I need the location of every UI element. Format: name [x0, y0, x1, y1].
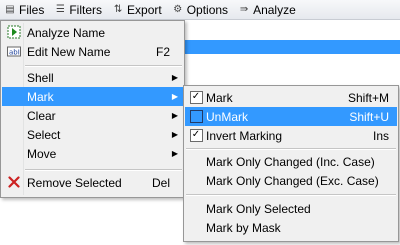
- menu-item-analyze-name[interactable]: Analyze Name: [2, 23, 183, 42]
- checkbox-unchecked-icon: [188, 108, 204, 124]
- submenu-item-mark-only-changed-inc[interactable]: Mark Only Changed (Inc. Case): [185, 152, 397, 171]
- checkbox-checked-icon: ✓: [188, 89, 204, 105]
- filters-label: Filters: [69, 2, 103, 17]
- export-icon: ⇅: [113, 4, 123, 15]
- options-icon: ⚙: [173, 4, 183, 15]
- submenu-item-mark-only-changed-exc[interactable]: Mark Only Changed (Exc. Case): [185, 171, 397, 190]
- export-menu-button[interactable]: ⇅ Export: [108, 1, 166, 18]
- menu-item-edit-new-name[interactable]: abI Edit New Name F2: [2, 42, 183, 61]
- submenu-item-mark-only-selected[interactable]: Mark Only Selected: [185, 199, 397, 218]
- edit-name-icon: abI: [6, 43, 22, 59]
- menu-separator: [25, 169, 182, 171]
- menu-item-label: Move: [27, 146, 57, 161]
- menu-item-label: Mark by Mask: [206, 220, 281, 235]
- filters-menu-button[interactable]: ☰ Filters: [50, 1, 106, 18]
- analyze-label: Analyze: [253, 2, 296, 17]
- submenu-item-mark-by-mask[interactable]: Mark by Mask: [185, 218, 397, 237]
- menu-separator: [186, 148, 396, 150]
- menu-item-move[interactable]: Move ▶: [2, 144, 183, 163]
- menu-item-label: Shell: [27, 70, 54, 85]
- menu-item-label: Mark: [206, 90, 233, 105]
- analyze-name-icon: [6, 24, 22, 40]
- submenu-item-mark[interactable]: ✓ Mark Shift+M: [185, 88, 397, 107]
- menu-item-label: Remove Selected: [27, 175, 122, 190]
- menu-item-label: Edit New Name: [27, 44, 111, 59]
- submenu-arrow-icon: ▶: [171, 149, 178, 158]
- menu-item-shell[interactable]: Shell ▶: [2, 68, 183, 87]
- menu-item-label: Mark Only Changed (Inc. Case): [206, 154, 375, 169]
- files-label: Files: [19, 2, 45, 17]
- submenu-item-invert-marking[interactable]: ✓ Invert Marking Ins: [185, 126, 397, 145]
- submenu-arrow-icon: ▶: [171, 92, 178, 101]
- toolbar: ▤ Files ☰ Filters ⇅ Export ⚙ Options ⇛ A…: [0, 0, 400, 20]
- menu-item-shortcut: Del: [151, 175, 170, 190]
- export-label: Export: [127, 2, 162, 17]
- menu-item-clear[interactable]: Clear ▶: [2, 106, 183, 125]
- menu-item-label: Mark Only Selected: [206, 201, 311, 216]
- menu-item-mark[interactable]: Mark ▶: [2, 87, 183, 106]
- files-icon: ▤: [5, 4, 15, 15]
- menu-item-label: Invert Marking: [206, 128, 283, 143]
- menu-item-shortcut: Ins: [372, 128, 389, 143]
- svg-text:abI: abI: [9, 49, 20, 57]
- options-label: Options: [186, 2, 229, 17]
- menu-separator: [25, 65, 182, 67]
- menu-item-shortcut: Shift+M: [347, 90, 389, 105]
- analyze-icon: ⇛: [239, 4, 249, 15]
- checkbox-checked-icon: ✓: [188, 127, 204, 143]
- menu-item-remove-selected[interactable]: Remove Selected Del: [2, 173, 183, 192]
- remove-icon: [6, 174, 22, 190]
- submenu-arrow-icon: ▶: [171, 111, 178, 120]
- menu-separator: [186, 194, 396, 196]
- menu-item-label: Select: [27, 127, 61, 142]
- menu-item-label: Mark: [27, 89, 54, 104]
- menu-item-label: Analyze Name: [27, 25, 106, 40]
- mark-submenu: ✓ Mark Shift+M UnMark Shift+U ✓ Invert M…: [183, 85, 399, 242]
- context-menu: Analyze Name abI Edit New Name F2 Shell …: [0, 20, 185, 198]
- filters-icon: ☰: [55, 4, 65, 15]
- menu-item-shortcut: Shift+U: [349, 109, 389, 124]
- submenu-item-unmark[interactable]: UnMark Shift+U: [185, 107, 397, 126]
- analyze-menu-button[interactable]: ⇛ Analyze: [234, 1, 300, 18]
- submenu-arrow-icon: ▶: [171, 130, 178, 139]
- menu-item-label: UnMark: [206, 109, 249, 124]
- menu-item-label: Mark Only Changed (Exc. Case): [206, 173, 379, 188]
- menu-item-label: Clear: [27, 108, 56, 123]
- submenu-arrow-icon: ▶: [171, 73, 178, 82]
- menu-item-shortcut: F2: [155, 44, 170, 59]
- menu-item-select[interactable]: Select ▶: [2, 125, 183, 144]
- files-menu-button[interactable]: ▤ Files: [0, 1, 48, 18]
- options-menu-button[interactable]: ⚙ Options: [168, 1, 232, 18]
